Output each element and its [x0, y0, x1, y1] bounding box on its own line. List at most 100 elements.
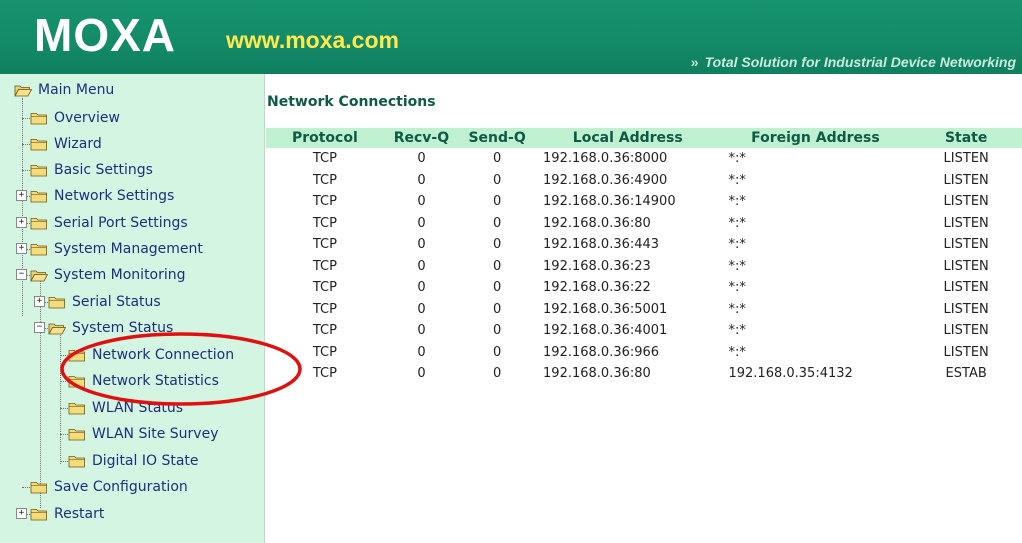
collapse-icon[interactable]: − — [16, 269, 27, 280]
cell-send-q: 0 — [492, 280, 502, 296]
sidebar-item-network-connection[interactable]: Network Connection — [68, 344, 234, 366]
cell-recv-q: 0 — [417, 323, 426, 339]
header-banner: MOXA www.moxa.com » Total Solution for In… — [0, 0, 1022, 74]
sidebar-item-overview[interactable]: Overview — [30, 107, 120, 129]
cell-recv-q: 0 — [417, 301, 426, 317]
cell-foreign-address: 192.168.0.35:4132 — [728, 366, 853, 382]
cell-state: LISTEN — [943, 237, 989, 253]
sidebar-item-label: WLAN Status — [92, 400, 184, 416]
double-chevron-icon: » — [690, 54, 699, 70]
sidebar-menu: Main Menu Overview Wizard Basic Settings Net… — [0, 74, 265, 543]
folder-icon — [68, 428, 86, 441]
cell-state: LISTEN — [943, 344, 989, 360]
cell-send-q: 0 — [492, 172, 502, 188]
cell-recv-q: 0 — [417, 151, 426, 167]
sidebar-item-label: Basic Settings — [54, 162, 153, 178]
cell-state: ESTAB — [945, 366, 987, 382]
cell-protocol: TCP — [312, 366, 337, 382]
column-header-protocol: Protocol — [266, 128, 384, 148]
tree-guide-line — [40, 274, 41, 508]
cell-state: LISTEN — [943, 301, 989, 317]
cell-send-q: 0 — [492, 237, 502, 253]
sidebar-item-restart[interactable]: Restart — [30, 503, 104, 525]
cell-state: LISTEN — [943, 258, 989, 274]
cell-protocol: TCP — [312, 301, 337, 317]
sidebar-item-label: Network Statistics — [92, 373, 219, 389]
folder-icon — [30, 112, 48, 125]
cell-protocol: TCP — [312, 323, 337, 339]
tree-guide-line — [60, 461, 68, 462]
tree-guide-line — [22, 487, 30, 488]
website-link[interactable]: www.moxa.com — [226, 28, 399, 52]
cell-recv-q: 0 — [417, 344, 426, 360]
sidebar-item-wlan-status[interactable]: WLAN Status — [68, 397, 183, 419]
sidebar-item-system-monitoring[interactable]: System Monitoring — [30, 264, 186, 286]
sidebar-item-network-settings[interactable]: Network Settings — [30, 185, 174, 207]
cell-send-q: 0 — [492, 258, 502, 274]
folder-open-icon — [48, 322, 66, 335]
sidebar-item-label: System Monitoring — [54, 267, 186, 283]
cell-foreign-address: *:* — [728, 194, 746, 210]
sidebar-item-wlan-site-survey[interactable]: WLAN Site Survey — [68, 423, 219, 445]
folder-icon — [30, 508, 48, 521]
collapse-icon[interactable]: − — [34, 322, 45, 333]
expand-icon[interactable]: + — [16, 217, 27, 228]
tree-guide-line — [60, 381, 68, 382]
table-row: TCP 0 0 192.168.0.36:80 *:* LISTEN — [266, 213, 1022, 235]
cell-send-q: 0 — [492, 301, 502, 317]
table-row: TCP 0 0 192.168.0.36:8000 *:* LISTEN — [266, 148, 1022, 170]
cell-send-q: 0 — [492, 194, 502, 210]
cell-foreign-address: *:* — [728, 323, 746, 339]
cell-foreign-address: *:* — [728, 301, 746, 317]
expand-icon[interactable]: + — [16, 190, 27, 201]
cell-state: LISTEN — [943, 172, 989, 188]
cell-recv-q: 0 — [417, 366, 426, 382]
cell-recv-q: 0 — [417, 258, 426, 274]
sidebar-item-label: System Status — [72, 320, 174, 336]
expand-icon[interactable]: + — [16, 508, 27, 519]
sidebar-item-label: Overview — [54, 110, 120, 126]
table-row: TCP 0 0 192.168.0.36:4001 *:* LISTEN — [266, 320, 1022, 342]
sidebar-item-digital-io-state[interactable]: Digital IO State — [68, 450, 199, 472]
cell-recv-q: 0 — [417, 280, 426, 296]
cell-protocol: TCP — [312, 280, 337, 296]
sidebar-item-label: Network Connection — [92, 347, 235, 363]
sidebar-item-system-status[interactable]: System Status — [48, 317, 173, 339]
cell-local-address: 192.168.0.36:966 — [543, 344, 660, 360]
cell-foreign-address: *:* — [728, 172, 746, 188]
cell-recv-q: 0 — [417, 172, 426, 188]
cell-protocol: TCP — [312, 344, 337, 360]
expand-icon[interactable]: + — [16, 243, 27, 254]
table-row: TCP 0 0 192.168.0.36:443 *:* LISTEN — [266, 234, 1022, 256]
table-row: TCP 0 0 192.168.0.36:23 *:* LISTEN — [266, 256, 1022, 278]
sidebar-item-main-menu[interactable]: Main Menu — [14, 79, 114, 101]
table-row: TCP 0 0 192.168.0.36:14900 *:* LISTEN — [266, 191, 1022, 213]
sidebar-item-label: Digital IO State — [92, 453, 199, 469]
folder-icon — [68, 375, 86, 388]
cell-send-q: 0 — [492, 323, 502, 339]
cell-protocol: TCP — [312, 237, 337, 253]
cell-send-q: 0 — [492, 366, 502, 382]
sidebar-item-basic-settings[interactable]: Basic Settings — [30, 159, 153, 181]
folder-icon — [68, 402, 86, 415]
cell-local-address: 192.168.0.36:22 — [543, 280, 651, 296]
column-header-local-address: Local Address — [535, 128, 721, 148]
cell-protocol: TCP — [312, 172, 337, 188]
column-header-send-q: Send-Q — [459, 128, 536, 148]
cell-send-q: 0 — [492, 344, 502, 360]
cell-protocol: TCP — [312, 194, 337, 210]
tree-guide-line — [60, 330, 61, 464]
table-row: TCP 0 0 192.168.0.36:4900 *:* LISTEN — [266, 170, 1022, 192]
expand-icon[interactable]: + — [34, 296, 45, 307]
sidebar-item-serial-status[interactable]: Serial Status — [48, 291, 161, 313]
folder-icon — [48, 296, 66, 309]
cell-recv-q: 0 — [417, 237, 426, 253]
tree-guide-line — [22, 144, 30, 145]
sidebar-item-network-statistics[interactable]: Network Statistics — [68, 370, 219, 392]
sidebar-item-save-configuration[interactable]: Save Configuration — [30, 476, 188, 498]
sidebar-item-wizard[interactable]: Wizard — [30, 133, 102, 155]
sidebar-item-system-management[interactable]: System Management — [30, 238, 203, 260]
cell-foreign-address: *:* — [728, 280, 746, 296]
sidebar-item-serial-port-settings[interactable]: Serial Port Settings — [30, 212, 188, 234]
connections-table: Protocol Recv-Q Send-Q Local Address Foreign… — [266, 128, 1022, 385]
